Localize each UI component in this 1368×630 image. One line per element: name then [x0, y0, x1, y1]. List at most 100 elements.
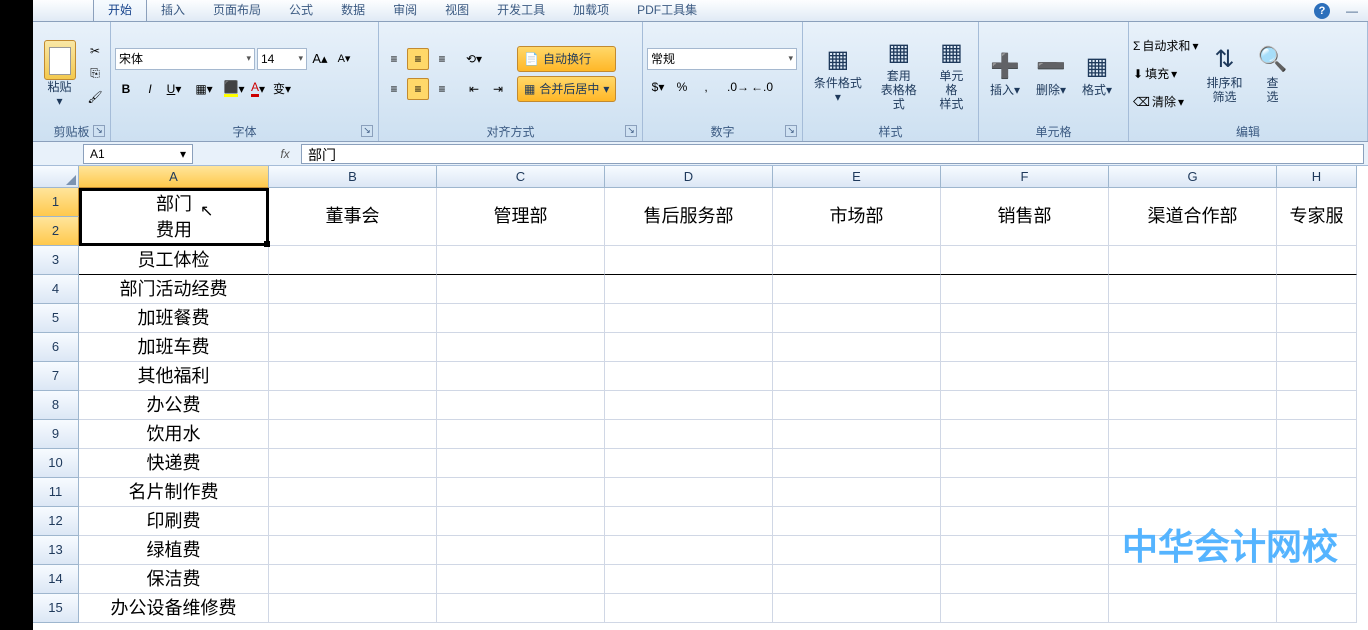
- cell-c7[interactable]: [437, 362, 605, 391]
- cell-d13[interactable]: [605, 536, 773, 565]
- cell-g6[interactable]: [1109, 333, 1277, 362]
- row-header-4[interactable]: 4: [33, 275, 79, 304]
- cell-e1[interactable]: 市场部: [773, 188, 941, 246]
- cell-f8[interactable]: [941, 391, 1109, 420]
- select-all-corner[interactable]: [33, 166, 79, 188]
- cell-b10[interactable]: [269, 449, 437, 478]
- format-painter-button[interactable]: 🖌: [84, 86, 106, 108]
- row-header-11[interactable]: 11: [33, 478, 79, 507]
- conditional-format-button[interactable]: ▦条件格式▾: [807, 42, 869, 106]
- cell-c3[interactable]: [437, 246, 605, 275]
- cell-f11[interactable]: [941, 478, 1109, 507]
- cell-h14[interactable]: [1277, 565, 1357, 594]
- cell-g7[interactable]: [1109, 362, 1277, 391]
- cell-h3[interactable]: [1277, 246, 1357, 275]
- clipboard-launcher[interactable]: ↘: [93, 125, 105, 137]
- cell-h7[interactable]: [1277, 362, 1357, 391]
- cell-c10[interactable]: [437, 449, 605, 478]
- cell-c6[interactable]: [437, 333, 605, 362]
- cell-a8[interactable]: 办公费: [79, 391, 269, 420]
- row-header-15[interactable]: 15: [33, 594, 79, 623]
- find-select-button[interactable]: 🔍查 选: [1250, 42, 1294, 106]
- cell-a11[interactable]: 名片制作费: [79, 478, 269, 507]
- cell-e12[interactable]: [773, 507, 941, 536]
- cell-g13[interactable]: [1109, 536, 1277, 565]
- row-header-5[interactable]: 5: [33, 304, 79, 333]
- cell-g4[interactable]: [1109, 275, 1277, 304]
- align-left-button[interactable]: ≡: [383, 78, 405, 100]
- cell-a9[interactable]: 饮用水: [79, 420, 269, 449]
- fill-color-button[interactable]: ⬛▾: [223, 78, 245, 100]
- tab-home[interactable]: 开始: [93, 0, 147, 21]
- formula-input[interactable]: 部门: [301, 144, 1364, 164]
- cell-c9[interactable]: [437, 420, 605, 449]
- align-center-button[interactable]: ≡: [407, 78, 429, 100]
- row-header-10[interactable]: 10: [33, 449, 79, 478]
- cell-a14[interactable]: 保洁费: [79, 565, 269, 594]
- orientation-button[interactable]: ⟲▾: [463, 48, 485, 70]
- row-header-6[interactable]: 6: [33, 333, 79, 362]
- cell-h9[interactable]: [1277, 420, 1357, 449]
- cell-g5[interactable]: [1109, 304, 1277, 333]
- cell-d6[interactable]: [605, 333, 773, 362]
- insert-cells-button[interactable]: ➕插入▾: [983, 49, 1027, 99]
- tab-data[interactable]: 数据: [327, 0, 379, 21]
- cell-a4[interactable]: 部门活动经费: [79, 275, 269, 304]
- comma-button[interactable]: ,: [695, 76, 717, 98]
- cell-e11[interactable]: [773, 478, 941, 507]
- col-header-g[interactable]: G: [1109, 166, 1277, 188]
- paste-button[interactable]: 粘贴 ▾: [37, 38, 82, 110]
- cell-g15[interactable]: [1109, 594, 1277, 623]
- row-header-14[interactable]: 14: [33, 565, 79, 594]
- format-cells-button[interactable]: ▦格式▾: [1075, 49, 1119, 99]
- row-header-1[interactable]: 1: [33, 188, 79, 217]
- cell-f9[interactable]: [941, 420, 1109, 449]
- wrap-text-button[interactable]: 📄 自动换行: [517, 46, 616, 72]
- cell-d3[interactable]: [605, 246, 773, 275]
- decrease-decimal-button[interactable]: ←.0: [751, 76, 773, 98]
- row-header-7[interactable]: 7: [33, 362, 79, 391]
- cell-f1[interactable]: 销售部: [941, 188, 1109, 246]
- col-header-b[interactable]: B: [269, 166, 437, 188]
- minimize-ribbon-icon[interactable]: —: [1346, 4, 1358, 18]
- cell-g8[interactable]: [1109, 391, 1277, 420]
- italic-button[interactable]: I: [139, 78, 161, 100]
- cell-f13[interactable]: [941, 536, 1109, 565]
- fill-button[interactable]: ⬇ 填充 ▾: [1133, 61, 1198, 87]
- cell-c13[interactable]: [437, 536, 605, 565]
- cell-f12[interactable]: [941, 507, 1109, 536]
- autosum-button[interactable]: Σ 自动求和 ▾: [1133, 33, 1198, 59]
- decrease-indent-button[interactable]: ⇤: [463, 78, 485, 100]
- border-button[interactable]: ▦▾: [193, 78, 215, 100]
- cell-a12[interactable]: 印刷费: [79, 507, 269, 536]
- cut-button[interactable]: ✂: [84, 40, 106, 62]
- tab-formulas[interactable]: 公式: [275, 0, 327, 21]
- copy-button[interactable]: ⎘: [84, 63, 106, 85]
- active-cell[interactable]: 部门 费用 ↖: [79, 188, 269, 246]
- cell-e5[interactable]: [773, 304, 941, 333]
- cell-h11[interactable]: [1277, 478, 1357, 507]
- cell-c5[interactable]: [437, 304, 605, 333]
- cell-g14[interactable]: [1109, 565, 1277, 594]
- sort-filter-button[interactable]: ⇅排序和 筛选: [1200, 42, 1248, 106]
- cell-d7[interactable]: [605, 362, 773, 391]
- tab-pagelayout[interactable]: 页面布局: [199, 0, 275, 21]
- row-header-2[interactable]: 2: [33, 217, 79, 246]
- cell-b1[interactable]: 董事会: [269, 188, 437, 246]
- cell-g3[interactable]: [1109, 246, 1277, 275]
- cell-a10[interactable]: 快递费: [79, 449, 269, 478]
- cell-h4[interactable]: [1277, 275, 1357, 304]
- cell-f7[interactable]: [941, 362, 1109, 391]
- cell-e14[interactable]: [773, 565, 941, 594]
- row-header-8[interactable]: 8: [33, 391, 79, 420]
- cell-f14[interactable]: [941, 565, 1109, 594]
- cell-g11[interactable]: [1109, 478, 1277, 507]
- cell-h15[interactable]: [1277, 594, 1357, 623]
- cell-b13[interactable]: [269, 536, 437, 565]
- cell-d1[interactable]: 售后服务部: [605, 188, 773, 246]
- row-header-13[interactable]: 13: [33, 536, 79, 565]
- cell-h5[interactable]: [1277, 304, 1357, 333]
- cell-styles-button[interactable]: ▦单元格 样式: [929, 35, 974, 113]
- cell-g1[interactable]: 渠道合作部: [1109, 188, 1277, 246]
- cell-h10[interactable]: [1277, 449, 1357, 478]
